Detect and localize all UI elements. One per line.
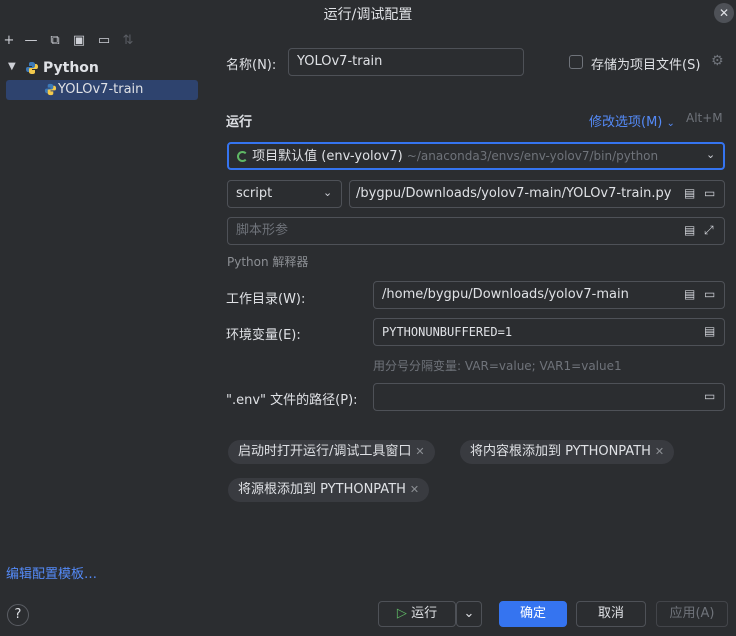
copy-icon[interactable]: ⧉ (46, 32, 64, 50)
list-icon[interactable]: ▤ (684, 186, 696, 200)
help-icon[interactable]: ? (7, 604, 29, 626)
close-icon[interactable]: ✕ (410, 483, 419, 496)
list-icon[interactable]: ▤ (704, 324, 715, 338)
folder-icon[interactable]: ▭ (704, 389, 715, 403)
script-path-field[interactable]: /bygpu/Downloads/yolov7-main/YOLOv7-trai… (349, 180, 725, 208)
python-icon (26, 62, 38, 74)
close-icon[interactable]: ✕ (415, 445, 424, 458)
chip-label: 将源根添加到 PYTHONPATH (238, 482, 406, 497)
interpreter-options-label[interactable]: Python 解释器 (227, 253, 308, 270)
expand-icon[interactable]: ⤢ (704, 223, 714, 238)
dotenv-label: ".env" 文件的路径(P): (226, 393, 358, 408)
ok-button[interactable]: 确定 (499, 601, 567, 627)
script-params-placeholder: 脚本形参 (236, 223, 289, 238)
folder-icon[interactable]: ▭ (95, 32, 113, 50)
save-icon[interactable]: ▣ (70, 32, 88, 50)
workdir-field[interactable]: /home/bygpu/Downloads/yolov7-main (373, 281, 725, 309)
chip-content-roots[interactable]: 将内容根添加到 PYTHONPATH ✕ (460, 440, 675, 464)
gear-icon[interactable]: ⚙ (711, 53, 724, 69)
env-label: 环境变量(E): (226, 328, 301, 343)
tree-item-yolov7-train[interactable]: YOLOv7-train (58, 82, 143, 97)
modify-shortcut: Alt+M (686, 111, 723, 125)
interpreter-path: ~/anaconda3/envs/env-yolov7/bin/python (406, 149, 659, 163)
chip-open-tool-window[interactable]: 启动时打开运行/调试工具窗口 ✕ (228, 440, 435, 464)
python-icon (44, 83, 57, 96)
chevron-down-icon[interactable]: ▼ (8, 61, 16, 72)
folder-icon[interactable]: ▭ (704, 186, 716, 200)
store-as-file-checkbox[interactable] (569, 55, 583, 69)
close-icon[interactable]: ✕ (655, 445, 664, 458)
dotenv-field[interactable] (373, 383, 725, 411)
config-tree-panel (0, 26, 204, 636)
interpreter-select[interactable]: 项目默认值 (env-yolov7) ~/anaconda3/envs/env-… (227, 142, 725, 170)
cancel-button[interactable]: 取消 (576, 601, 646, 627)
loading-spinner-icon (237, 151, 248, 162)
run-button-label: 运行 (411, 606, 438, 621)
tree-group-python[interactable]: Python (43, 60, 99, 76)
list-icon[interactable]: ▤ (684, 287, 696, 301)
sort-icon[interactable]: ⇅ (119, 32, 137, 50)
modify-options-link[interactable]: 修改选项(M) ⌄ (589, 111, 675, 130)
env-field[interactable]: PYTHONUNBUFFERED=1 (373, 318, 725, 346)
chip-source-roots[interactable]: 将源根添加到 PYTHONPATH ✕ (228, 478, 430, 502)
env-hint: 用分号分隔变量: VAR=value; VAR1=value1 (373, 359, 622, 373)
modify-options-label[interactable]: 修改选项(M) (589, 115, 662, 130)
chevron-down-icon: ⌄ (463, 606, 475, 621)
chip-label: 将内容根添加到 PYTHONPATH (470, 444, 651, 459)
folder-icon[interactable]: ▭ (704, 287, 716, 301)
play-icon: ▷ (396, 606, 407, 621)
workdir-label: 工作目录(W): (226, 292, 306, 307)
list-icon[interactable]: ▤ (684, 223, 695, 237)
script-params-field[interactable]: 脚本形参 (227, 217, 725, 245)
edit-templates-link[interactable]: 编辑配置模板… (6, 563, 97, 582)
run-button[interactable]: ▷ 运行 (378, 601, 456, 627)
chevron-down-icon: ⌄ (666, 118, 675, 129)
chevron-down-icon[interactable]: ⌄ (323, 186, 332, 199)
name-label: 名称(N): (226, 58, 277, 73)
name-field[interactable]: YOLOv7-train (288, 48, 524, 76)
run-options-dropdown[interactable]: ⌄ (456, 601, 482, 627)
apply-button[interactable]: 应用(A) (656, 601, 728, 627)
chip-label: 启动时打开运行/调试工具窗口 (238, 444, 412, 459)
store-as-file-label[interactable]: 存储为项目文件(S) (591, 54, 700, 73)
chevron-down-icon[interactable]: ⌄ (706, 148, 715, 161)
run-section-title: 运行 (226, 115, 253, 130)
remove-icon[interactable]: — (22, 32, 40, 50)
window-title: 运行/调试配置 (323, 7, 413, 23)
close-icon[interactable]: ✕ (714, 3, 734, 23)
interpreter-value: 项目默认值 (env-yolov7) (252, 149, 403, 164)
add-icon[interactable]: + (0, 32, 18, 50)
